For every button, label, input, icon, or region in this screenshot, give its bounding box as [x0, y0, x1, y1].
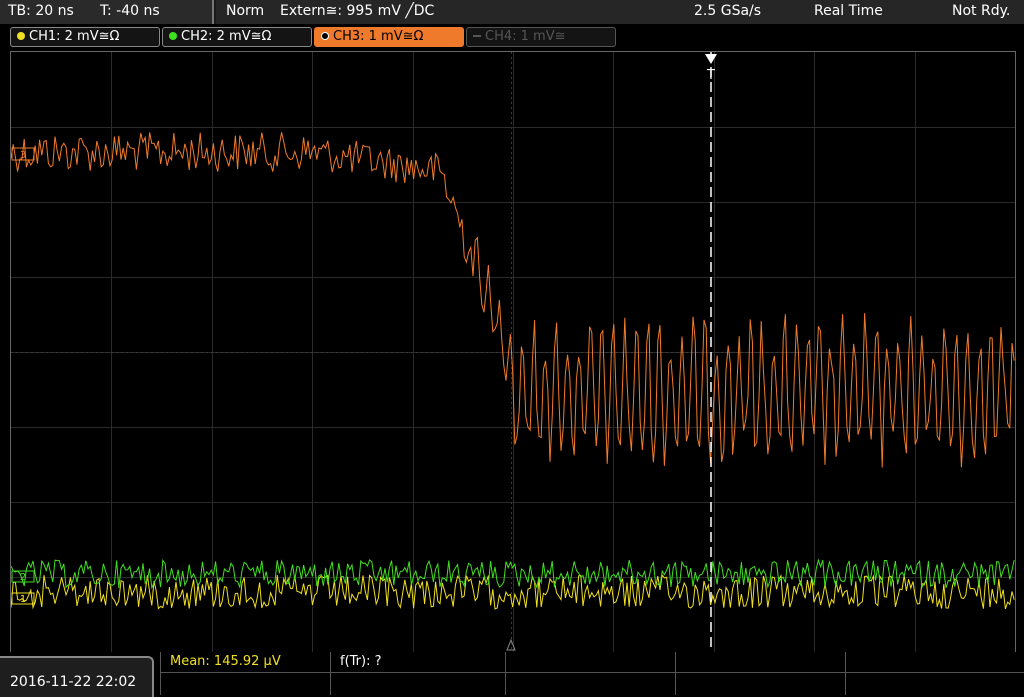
channel-1-label: CH1: 2 mV≅Ω [29, 29, 120, 44]
channel-4-label: CH4: 1 mV≅ [485, 29, 566, 44]
ftr-measurement[interactable]: f(Tr): ? [340, 654, 382, 669]
channel-4-button[interactable]: CH4: 1 mV≅ [466, 27, 616, 47]
acquisition-state: Not Rdy. [952, 3, 1011, 19]
measurement-row [160, 652, 1024, 673]
channel-3-label: CH3: 1 mV≅Ω [333, 29, 424, 44]
sample-rate: 2.5 GSa/s [694, 3, 762, 19]
channel-4-indicator-icon [473, 34, 481, 37]
datetime-readout: 2016-11-22 22:02 [10, 674, 137, 690]
channel-1-indicator-icon [17, 31, 25, 40]
ch2-ref-label: 2 [20, 572, 26, 583]
channel-1-button[interactable]: CH1: 2 mV≅Ω [10, 27, 160, 47]
channel-3-button[interactable]: CH3: 1 mV≅Ω [314, 27, 464, 47]
timebase-panel[interactable]: TB: 20 ns T: -40 ns [0, 0, 214, 24]
trigger-time-readout[interactable]: T: -40 ns [100, 3, 160, 19]
trigger-panel: Norm Extern≅: 995 mV ╱DC 2.5 GSa/s Real … [216, 0, 1024, 24]
channel-2-label: CH2: 2 mV≅Ω [181, 29, 272, 44]
channel-2-button[interactable]: CH2: 2 mV≅Ω [162, 27, 312, 47]
waveform-display[interactable]: T 3 2 1 [10, 51, 1016, 653]
ch1-ref-label: 1 [20, 594, 26, 605]
measurement-divider [845, 652, 846, 695]
measurement-divider [675, 652, 676, 695]
channel-2-indicator-icon [169, 31, 177, 40]
traces [11, 132, 1015, 610]
channel-3-indicator-icon [321, 31, 329, 40]
channel-bar: CH1: 2 mV≅Ω CH2: 2 mV≅Ω CH3: 1 mV≅Ω CH4:… [0, 26, 1024, 48]
measurement-divider [160, 652, 161, 695]
datetime-panel: 2016-11-22 22:02 [0, 656, 154, 697]
graticule [11, 52, 1015, 652]
acquisition-mode[interactable]: Real Time [814, 3, 883, 19]
ch3-trace [11, 132, 1015, 468]
waveform-canvas[interactable]: T 3 2 1 [11, 52, 1015, 652]
trigger-arrow-icon[interactable] [705, 54, 717, 64]
trigger-mode[interactable]: Norm [226, 3, 264, 19]
status-bar: TB: 20 ns T: -40 ns Norm Extern≅: 995 mV… [0, 0, 1024, 24]
ch1-ref-marker[interactable]: 1 [11, 592, 35, 605]
mean-measurement[interactable]: Mean: 145.92 µV [170, 654, 281, 669]
ch3-ref-label: 3 [20, 150, 26, 161]
trigger-source[interactable]: Extern≅: 995 mV ╱DC [280, 3, 434, 19]
measurement-divider [505, 652, 506, 695]
timebase-readout[interactable]: TB: 20 ns [8, 3, 74, 19]
measurement-divider [330, 652, 331, 695]
trigger-label: T [706, 68, 715, 83]
